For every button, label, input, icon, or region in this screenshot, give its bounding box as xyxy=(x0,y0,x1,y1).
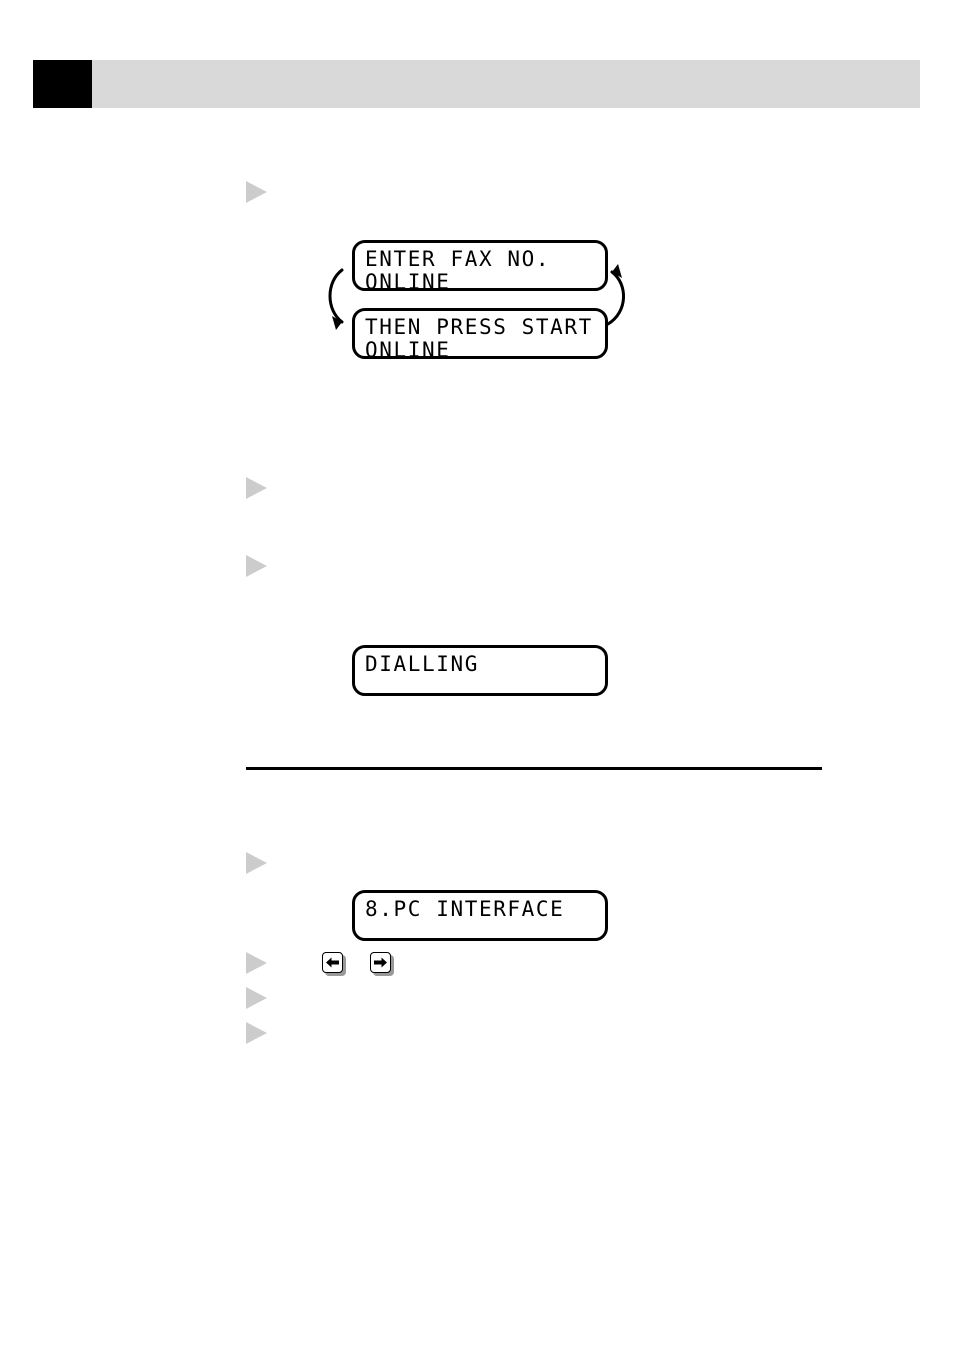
step-bullet-7 xyxy=(246,1022,267,1044)
keycap-face xyxy=(322,952,343,973)
lcd-display-then-press-start: THEN PRESS START ONLINE xyxy=(352,308,608,362)
keycap-face xyxy=(370,952,391,973)
lcd-line-1: DIALLING xyxy=(365,652,479,676)
arrow-left-key-button[interactable] xyxy=(322,952,346,976)
lcd-line-2: ONLINE xyxy=(365,270,451,294)
header-chapter-number xyxy=(33,60,92,108)
curve-up-arrow-icon xyxy=(606,264,625,326)
page-header-band xyxy=(33,60,920,108)
step-bullet-1 xyxy=(246,181,267,203)
lcd-line-1: THEN PRESS START xyxy=(365,315,593,339)
arrow-right-key-button[interactable] xyxy=(370,952,394,976)
step-bullet-4 xyxy=(246,852,267,874)
step-bullet-3 xyxy=(246,555,267,577)
curve-down-arrow-icon xyxy=(328,268,344,330)
arrow-left-icon xyxy=(326,957,339,968)
lcd-display-pc-interface: 8.PC INTERFACE xyxy=(352,890,608,941)
header-title-bar xyxy=(92,60,920,108)
step-bullet-2 xyxy=(246,477,267,499)
lcd-display-enter-fax: ENTER FAX NO. ONLINE xyxy=(352,240,608,294)
lcd-line-2: ONLINE xyxy=(365,338,451,362)
lcd-line-1: ENTER FAX NO. xyxy=(365,247,551,271)
lcd-display-dialling: DIALLING xyxy=(352,645,608,696)
step-bullet-6 xyxy=(246,987,267,1009)
step-bullet-5 xyxy=(246,952,267,974)
section-divider xyxy=(246,767,822,770)
arrow-right-icon xyxy=(374,957,387,968)
header-chapter-tab xyxy=(33,60,92,108)
lcd-line-1: 8.PC INTERFACE xyxy=(365,897,565,921)
